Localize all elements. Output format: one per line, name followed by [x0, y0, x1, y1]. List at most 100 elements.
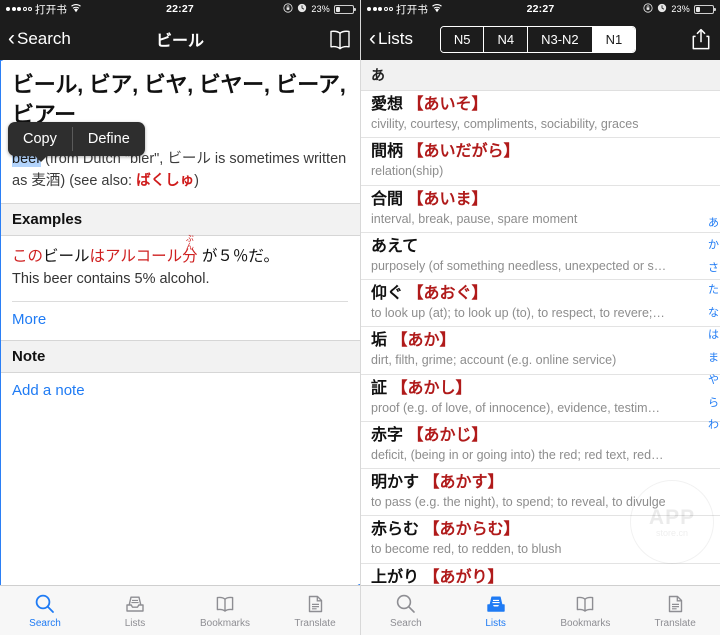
tab-bar-left: Search Lists Bookmarks Translate: [0, 585, 360, 635]
list-item[interactable]: 垢 【あか】 dirt, filth, grime; account (e.g.…: [361, 327, 720, 375]
index-letter[interactable]: ま: [708, 348, 719, 364]
index-letter[interactable]: な: [708, 303, 719, 319]
status-bar-left-group: 打开书: [6, 2, 82, 17]
define-button[interactable]: Define: [73, 122, 145, 156]
share-icon[interactable]: [690, 27, 712, 51]
example-english: This beer contains 5% alcohol.: [12, 271, 210, 288]
entry-term: 赤字 【あかじ】: [371, 426, 710, 446]
list-item[interactable]: 証 【あかし】 proof (e.g. of love, of innocenc…: [361, 375, 720, 422]
battery-icon: [694, 4, 716, 14]
list-item[interactable]: 上がり 【あがり】 rise, increase, ascent; income…: [361, 564, 720, 586]
selection-caret-left: [0, 60, 1, 585]
tab-search[interactable]: Search: [361, 592, 451, 629]
entry-reading: 【あからむ】: [423, 521, 520, 539]
example-jp-part3: は: [89, 247, 106, 265]
entry-gloss: relation(ship): [371, 164, 444, 179]
entry-gloss: civility, courtesy, compliments, sociabi…: [371, 117, 639, 131]
index-letter[interactable]: か: [708, 236, 719, 252]
translate-document-icon: [663, 592, 687, 616]
entry-reading: 【あいだがら】: [407, 143, 520, 161]
entry-term: 赤らむ 【あからむ】: [371, 520, 710, 540]
copy-button[interactable]: Copy: [8, 122, 72, 156]
back-button-lists[interactable]: ‹ Lists: [369, 26, 413, 50]
wifi-icon: [70, 3, 82, 16]
index-letter[interactable]: あ: [708, 213, 719, 229]
carrier-label: 打开书: [396, 3, 429, 16]
tab-translate-label: Translate: [294, 618, 336, 629]
entry-reading: 【あかじ】: [407, 426, 488, 444]
rotation-lock-icon: [283, 3, 293, 15]
list-item[interactable]: 合間 【あいま】 interval, break, pause, spare m…: [361, 186, 720, 233]
list-item[interactable]: あえて purposely (of something needless, un…: [361, 233, 720, 280]
tab-bookmarks-label: Bookmarks: [199, 618, 250, 629]
entry-reading: 【あか】: [391, 332, 456, 350]
index-letter[interactable]: さ: [708, 258, 719, 274]
index-letter[interactable]: わ: [708, 416, 719, 432]
bookmarks-book-icon: [213, 592, 237, 616]
vocabulary-list[interactable]: あ 愛想 【あいそ】 civility, courtesy, complimen…: [361, 60, 720, 585]
translate-document-icon: [303, 592, 327, 616]
status-bar-left: 打开书 22:27 23%: [0, 0, 360, 18]
examples-section-header: Examples: [0, 202, 360, 236]
entry-kanji: 垢: [371, 332, 388, 350]
more-link[interactable]: More: [0, 302, 360, 340]
tab-search[interactable]: Search: [0, 592, 90, 629]
add-note-link[interactable]: Add a note: [0, 373, 360, 411]
entry-kanji: 証: [371, 379, 388, 397]
example-jp-part1: この: [12, 247, 44, 265]
entry-kanji: 愛想: [371, 96, 404, 113]
entry-reading: 【あおぐ】: [407, 285, 488, 302]
right-phone-screen: 打开书 22:27 23% ‹ Lists N5 N4 N3-N2 N1 あ 愛…: [360, 0, 720, 635]
entry-gloss: purposely (of something needless, unexpe…: [371, 258, 667, 273]
entry-term: 上がり 【あがり】: [371, 568, 710, 586]
list-item[interactable]: 仰ぐ 【あおぐ】 to look up (at); to look up (to…: [361, 280, 720, 328]
example-jp-part2: ビール: [43, 247, 90, 265]
tab-translate[interactable]: Translate: [630, 592, 720, 629]
back-button-label: Lists: [378, 29, 413, 48]
segment-n5[interactable]: N5: [440, 26, 485, 52]
lists-tray-icon: [484, 592, 508, 616]
entry-term: あえて: [371, 237, 710, 257]
entry-gloss: to pass (e.g. the night), to spend; to r…: [371, 495, 666, 509]
list-item[interactable]: 明かす 【あかす】 to pass (e.g. the night), to s…: [361, 469, 720, 517]
list-item[interactable]: 赤字 【あかじ】 deficit, (being in or going int…: [361, 422, 720, 469]
entry-term: 愛想 【あいそ】: [371, 95, 710, 115]
segment-n4[interactable]: N4: [484, 26, 529, 52]
chevron-left-icon: ‹: [369, 26, 376, 50]
alarm-clock-icon: [297, 3, 307, 15]
list-item[interactable]: 愛想 【あいそ】 civility, courtesy, compliments…: [361, 91, 720, 139]
note-section-header: Note: [0, 340, 360, 374]
status-bar-right: 打开书 22:27 23%: [361, 0, 720, 18]
index-letter[interactable]: や: [708, 371, 719, 387]
dual-screenshot-container: 打开书 22:27 23% ‹ Search ビール ビール, ビア, ビヤ, …: [0, 0, 720, 635]
index-letter[interactable]: は: [708, 326, 719, 342]
tab-bookmarks[interactable]: Bookmarks: [180, 592, 270, 629]
index-letter[interactable]: た: [708, 281, 719, 297]
example-japanese: このビールはアルコール ぶん分 が５％だ。: [12, 234, 348, 268]
entry-reading: 【あいそ】: [407, 96, 488, 113]
list-item[interactable]: 赤らむ 【あからむ】 to become red, to redden, to …: [361, 516, 720, 564]
entry-gloss: to look up (at); to look up (to), to res…: [371, 306, 665, 320]
segment-n3-n2[interactable]: N3-N2: [528, 26, 593, 52]
jlpt-level-segmented-control[interactable]: N5 N4 N3-N2 N1: [439, 25, 637, 53]
book-icon[interactable]: [328, 29, 352, 50]
entry-term: 仰ぐ 【あおぐ】: [371, 284, 710, 304]
entry-kanji: 赤字: [371, 426, 404, 444]
index-letter[interactable]: ら: [708, 393, 719, 409]
entry-kanji: 仰ぐ: [371, 285, 404, 302]
tab-lists[interactable]: Lists: [451, 592, 541, 629]
example-ruby-group: ぶん分: [182, 234, 198, 268]
entry-term: 合間 【あいま】: [371, 190, 710, 210]
segment-n1[interactable]: N1: [592, 26, 636, 52]
tab-bookmarks[interactable]: Bookmarks: [541, 592, 631, 629]
alarm-clock-icon: [657, 3, 667, 15]
tab-translate[interactable]: Translate: [270, 592, 360, 629]
wifi-icon: [431, 3, 443, 16]
back-button-search[interactable]: ‹ Search: [8, 28, 71, 49]
tab-lists-label: Lists: [485, 618, 506, 629]
entry-reading: 【あかす】: [423, 474, 504, 491]
tab-lists[interactable]: Lists: [90, 592, 180, 629]
alphabet-index-rail[interactable]: あ か さ た な は ま や ら わ: [708, 213, 719, 432]
list-item[interactable]: 間柄 【あいだがら】 relation(ship): [361, 138, 720, 186]
crossref-link[interactable]: ばくしゅ: [136, 173, 194, 189]
